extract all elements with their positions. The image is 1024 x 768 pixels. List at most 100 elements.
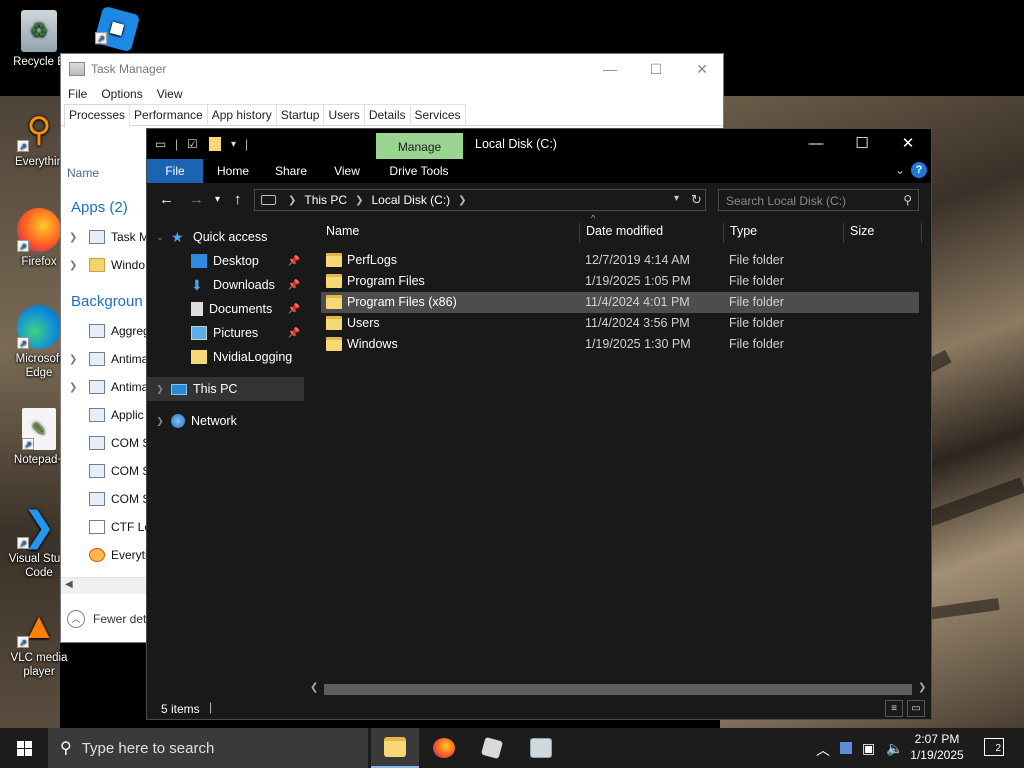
expand-chevron-icon[interactable]: ❯ — [69, 354, 83, 365]
file-explorer-window[interactable]: ▭ | ☑ ▾ | Manage Local Disk (C:) — ☐ ✕ F… — [146, 128, 932, 720]
tab-view[interactable]: View — [323, 159, 371, 183]
tab-users[interactable]: Users — [323, 104, 365, 125]
scroll-right-arrow-icon[interactable]: ❯ — [918, 682, 926, 693]
close-button[interactable]: ✕ — [679, 54, 725, 84]
tab-performance[interactable]: Performance — [129, 104, 208, 125]
speaker-muted-icon[interactable]: 🔈 — [886, 740, 903, 757]
chevron-right-icon[interactable]: ❯ — [153, 384, 167, 395]
maximize-button[interactable]: ☐ — [839, 129, 885, 159]
fewer-details-label: Fewer det — [93, 612, 147, 626]
tab-app-history[interactable]: App history — [206, 104, 277, 125]
process-row[interactable]: Aggreg — [69, 321, 150, 341]
nav-item-downloads[interactable]: ⬇ Downloads 📌 — [147, 273, 304, 297]
taskbar-search-box[interactable]: ⚲ Type here to search — [48, 728, 368, 768]
forward-arrow-icon[interactable]: → — [189, 191, 204, 208]
column-header-size[interactable]: Size — [844, 223, 922, 243]
column-header-date-modified[interactable]: Date modified — [580, 223, 724, 243]
horizontal-scrollbar[interactable]: ◀ — [61, 577, 151, 594]
tray-app-icon[interactable] — [840, 742, 852, 754]
address-bar[interactable]: ❯ This PC ❯ Local Disk (C:) ❯ — [254, 189, 706, 211]
recent-locations-dropdown-icon[interactable]: ▾ — [215, 194, 220, 205]
nav-quick-access[interactable]: ⌄ ★ Quick access — [147, 225, 304, 249]
scroll-left-arrow-icon[interactable]: ◀ — [65, 579, 73, 590]
process-row[interactable]: Everyth — [69, 545, 152, 565]
up-arrow-icon[interactable]: ↑ — [234, 191, 242, 208]
tab-drive-tools[interactable]: Drive Tools — [381, 159, 457, 183]
breadcrumb-local-disk[interactable]: Local Disk (C:) — [371, 193, 450, 207]
taskbar-roblox[interactable] — [468, 728, 516, 768]
tab-details[interactable]: Details — [363, 104, 411, 125]
process-row[interactable]: COM S — [69, 461, 150, 481]
process-row[interactable]: ❯ Task M — [69, 227, 149, 247]
tab-services[interactable]: Services — [409, 104, 466, 125]
nav-item-documents[interactable]: Documents 📌 — [147, 297, 304, 321]
file-row[interactable]: Program Files 1/19/2025 1:05 PM File fol… — [321, 271, 919, 292]
chevron-down-icon[interactable]: ⌄ — [153, 232, 167, 243]
scroll-left-arrow-icon[interactable]: ❮ — [310, 682, 318, 693]
nav-item-pictures[interactable]: Pictures 📌 — [147, 321, 304, 345]
help-icon[interactable]: ? — [911, 162, 927, 178]
process-row[interactable]: ❯ Windo — [69, 255, 145, 275]
breadcrumb-this-pc[interactable]: This PC — [304, 193, 347, 207]
start-button[interactable] — [0, 728, 48, 768]
close-button[interactable]: ✕ — [885, 129, 931, 159]
nav-network[interactable]: ❯ Network — [147, 409, 304, 433]
tab-file[interactable]: File — [147, 159, 203, 183]
process-row[interactable]: COM S — [69, 489, 150, 509]
column-header-name[interactable]: Name — [320, 223, 580, 243]
large-icons-view-icon[interactable]: ▭ — [907, 700, 925, 717]
desktop-icon-roblox[interactable]: ■ ↗ — [80, 5, 154, 53]
taskbar-task-manager[interactable] — [517, 728, 565, 768]
fewer-details-button[interactable]: ︿ Fewer det — [67, 610, 146, 628]
explorer-app-icon[interactable]: ▭ — [155, 137, 166, 151]
notifications-icon[interactable]: 2 — [984, 738, 1004, 756]
file-row[interactable]: Windows 1/19/2025 1:30 PM File folder — [321, 334, 919, 355]
show-hidden-icons-chevron-icon[interactable]: ︿ — [816, 740, 830, 760]
file-row-selected[interactable]: Program Files (x86) 11/4/2024 4:01 PM Fi… — [321, 292, 919, 313]
search-input[interactable]: Search Local Disk (C:) ⚲ — [718, 189, 919, 211]
expand-chevron-icon[interactable]: ❯ — [69, 232, 83, 243]
clock[interactable]: 2:07 PM 1/19/2025 — [902, 731, 972, 763]
menu-view[interactable]: View — [157, 87, 183, 101]
chevron-right-icon[interactable]: ❯ — [153, 416, 167, 427]
taskbar-file-explorer[interactable] — [371, 728, 419, 768]
explorer-titlebar[interactable]: ▭ | ☑ ▾ | Manage Local Disk (C:) — ☐ ✕ — [147, 129, 931, 159]
properties-icon[interactable]: ☑ — [187, 137, 198, 151]
tab-startup[interactable]: Startup — [275, 104, 325, 125]
customize-toolbar-dropdown-icon[interactable]: ▾ — [231, 139, 236, 150]
tab-home[interactable]: Home — [207, 159, 259, 183]
maximize-button[interactable]: ☐ — [633, 54, 679, 84]
new-folder-icon[interactable] — [209, 137, 221, 151]
minimize-button[interactable]: — — [587, 54, 633, 84]
nav-this-pc[interactable]: ❯ This PC — [147, 377, 304, 401]
tab-share[interactable]: Share — [267, 159, 315, 183]
column-header-type[interactable]: Type — [724, 223, 844, 243]
scrollbar-thumb[interactable] — [324, 684, 912, 695]
process-row[interactable]: ❯ Antima — [69, 377, 148, 397]
horizontal-scrollbar[interactable]: ❮ ❯ — [304, 681, 931, 698]
process-row[interactable]: ❯ Antima — [69, 349, 148, 369]
process-row[interactable]: Applic — [69, 405, 144, 425]
minimize-button[interactable]: — — [793, 129, 839, 159]
file-row[interactable]: Users 11/4/2024 3:56 PM File folder — [321, 313, 919, 334]
tab-manage[interactable]: Manage — [376, 133, 463, 159]
column-header-name[interactable]: Name — [67, 166, 99, 180]
refresh-icon[interactable]: ↻ — [691, 192, 702, 208]
nav-item-desktop[interactable]: Desktop 📌 — [147, 249, 304, 273]
back-arrow-icon[interactable]: ← — [159, 191, 174, 208]
expand-chevron-icon[interactable]: ❯ — [69, 260, 83, 271]
process-row[interactable]: CTF Lo — [69, 517, 151, 537]
taskbar: ⚲ Type here to search ︿ ▣ 🔈 2:07 PM 1/19… — [0, 728, 1024, 768]
tab-processes[interactable]: Processes — [64, 104, 131, 127]
taskbar-firefox[interactable] — [420, 728, 468, 768]
address-dropdown-icon[interactable]: ▾ — [674, 193, 679, 204]
nav-item-nvidialogging[interactable]: NvidiaLogging — [147, 345, 304, 369]
file-row[interactable]: PerfLogs 12/7/2019 4:14 AM File folder — [321, 250, 919, 271]
network-status-icon[interactable]: ▣ — [862, 740, 875, 757]
expand-chevron-icon[interactable]: ❯ — [69, 382, 83, 393]
menu-file[interactable]: File — [68, 87, 87, 101]
details-view-icon[interactable]: ≡ — [885, 700, 903, 717]
expand-ribbon-icon[interactable]: ⌄ — [895, 163, 905, 177]
menu-options[interactable]: Options — [101, 87, 142, 101]
process-row[interactable]: COM S — [69, 433, 150, 453]
